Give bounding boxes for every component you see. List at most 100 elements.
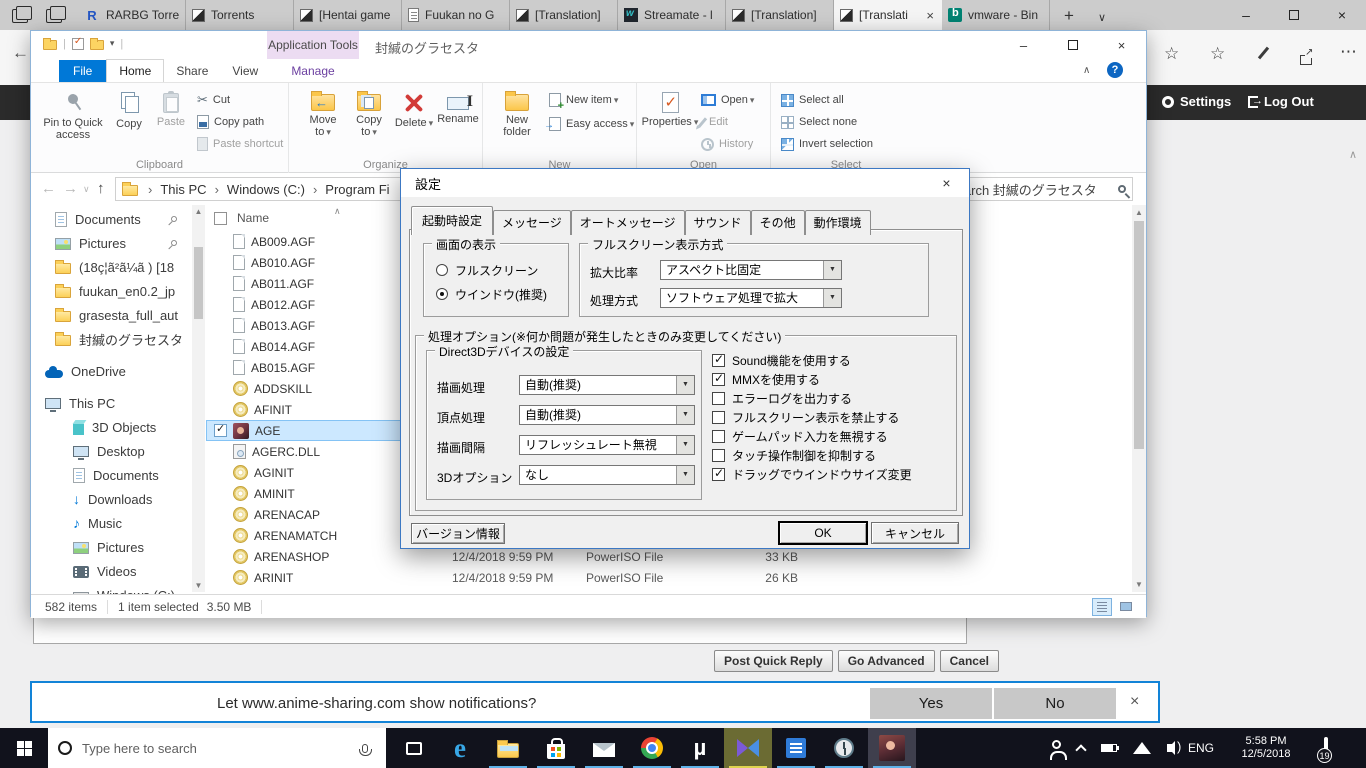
sidebar-item[interactable]: Desktop <box>31 439 191 463</box>
sidebar-item[interactable]: Pictures <box>31 535 191 559</box>
menu-tab-home[interactable]: Home <box>106 59 164 82</box>
dialog-close-icon[interactable]: × <box>924 169 969 197</box>
browser-tab[interactable]: [Translation] × <box>726 0 834 30</box>
taskbar-app-button[interactable] <box>436 728 484 768</box>
ok-button[interactable]: OK <box>779 522 867 544</box>
breadcrumb-item[interactable]: This PC <box>160 182 227 197</box>
rename-button[interactable]: Rename <box>435 88 481 125</box>
reply-button[interactable]: Post Quick Reply <box>714 650 833 672</box>
select-all-button[interactable]: Select all <box>781 91 844 109</box>
action-center-button[interactable]: 19 <box>1324 739 1328 757</box>
taskbar-clock[interactable]: 5:58 PM 12/5/2018 <box>1230 735 1302 761</box>
pin-to-quick-access-button[interactable]: Pin to Quick access <box>41 88 105 141</box>
taskbar-app-button[interactable] <box>724 728 772 768</box>
dialog-tab[interactable]: メッセージ <box>493 210 571 235</box>
help-icon[interactable]: ? <box>1107 62 1123 78</box>
checkbox-option[interactable]: エラーログを出力する <box>712 389 912 408</box>
checkbox-option[interactable]: フルスクリーン表示を禁止する <box>712 408 912 427</box>
set-tabs-aside-icon[interactable] <box>46 9 62 23</box>
tab-close-icon[interactable]: × <box>924 8 936 23</box>
threed-option-select[interactable]: なし <box>519 465 695 485</box>
file-list-scroll-thumb[interactable] <box>1134 221 1144 449</box>
checkbox-icon[interactable] <box>712 392 725 405</box>
browser-close-button[interactable]: × <box>1318 0 1366 30</box>
select-all-checkbox[interactable] <box>214 212 227 225</box>
folder-icon[interactable] <box>43 40 57 50</box>
version-info-button[interactable]: バージョン情報 <box>411 523 505 544</box>
sidebar-item[interactable]: Pictures <box>31 231 191 255</box>
copy-to-button[interactable]: Copy to <box>347 88 391 138</box>
show-hidden-icons-chevron[interactable] <box>1075 744 1086 755</box>
edit-button[interactable]: Edit <box>701 113 728 131</box>
copy-path-button[interactable]: Copy path <box>197 113 264 131</box>
taskbar-app-button[interactable] <box>772 728 820 768</box>
new-tab-button[interactable]: + <box>1050 6 1088 30</box>
battery-icon[interactable] <box>1101 744 1117 752</box>
sidebar-item[interactable]: Music <box>31 511 191 535</box>
checkbox-icon[interactable] <box>712 373 725 386</box>
radio-option[interactable]: ウインドウ(推奨) <box>436 282 547 306</box>
sidebar-item[interactable]: Windows (C:) <box>31 583 191 594</box>
taskbar-app-button[interactable] <box>484 728 532 768</box>
people-icon[interactable] <box>1052 740 1061 749</box>
quick-reply-textarea[interactable] <box>33 617 967 644</box>
new-folder-button[interactable]: New folder <box>491 88 543 138</box>
file-row[interactable]: ARINIT 12/4/2018 9:59 PM PowerISO File 2… <box>206 567 1132 588</box>
checkbox-icon[interactable] <box>712 449 725 462</box>
qat-customize-icon[interactable]: ▾ <box>110 38 115 49</box>
easy-access-button[interactable]: Easy access <box>549 115 634 133</box>
delete-button[interactable]: Delete <box>393 88 435 129</box>
checkbox-option[interactable]: ドラッグでウインドウサイズ変更 <box>712 465 912 484</box>
start-button[interactable] <box>0 728 48 768</box>
language-indicator[interactable]: ENG <box>1188 741 1214 755</box>
radio-icon[interactable] <box>436 264 448 276</box>
webpage-settings-link[interactable]: Settings <box>1162 94 1231 109</box>
move-to-button[interactable]: Move to <box>301 88 345 138</box>
sidebar-item[interactable]: Documents <box>31 463 191 487</box>
notification-no-button[interactable]: No <box>994 688 1116 719</box>
browser-tab[interactable]: Torrents × <box>186 0 294 30</box>
copy-button[interactable]: Copy <box>109 88 149 130</box>
history-button[interactable]: History <box>701 135 753 153</box>
favorites-star-icon[interactable]: ☆ <box>1164 44 1179 64</box>
file-checkbox[interactable] <box>214 424 227 437</box>
scroll-down-icon[interactable]: ▼ <box>192 581 205 590</box>
cancel-button[interactable]: キャンセル <box>871 522 959 544</box>
cut-button[interactable]: Cut <box>197 91 230 109</box>
menu-tab-manage[interactable]: Manage <box>267 60 359 82</box>
browser-minimize-button[interactable]: – <box>1222 0 1270 30</box>
radio-option[interactable]: フルスクリーン <box>436 258 547 282</box>
folder-icon[interactable] <box>90 40 104 50</box>
open-button[interactable]: Open <box>701 91 754 109</box>
tab-list-dropdown-icon[interactable]: ∨ <box>1088 11 1116 30</box>
scale-ratio-select[interactable]: アスペクト比固定 <box>660 260 842 280</box>
checkbox-option[interactable]: Sound機能を使用する <box>712 351 912 370</box>
browser-back-icon[interactable]: ← <box>12 43 29 63</box>
sidebar-item[interactable]: This PC <box>31 391 191 415</box>
page-scroll-chevron-icon[interactable]: ∧ <box>1349 148 1357 161</box>
dialog-tab[interactable]: オートメッセージ <box>571 210 685 235</box>
checkbox-icon[interactable] <box>712 430 725 443</box>
sidebar-item[interactable]: Downloads <box>31 487 191 511</box>
taskbar-app-button[interactable] <box>820 728 868 768</box>
browser-maximize-button[interactable] <box>1270 0 1318 30</box>
scroll-up-icon[interactable]: ▲ <box>1132 208 1146 217</box>
more-options-icon[interactable]: ⋯ <box>1340 42 1357 62</box>
vertex-processing-select[interactable]: 自動(推奨) <box>519 405 695 425</box>
checkbox-icon[interactable] <box>712 468 725 481</box>
sidebar-item[interactable]: 3D Objects <box>31 415 191 439</box>
microphone-icon[interactable] <box>362 744 368 753</box>
properties-check-icon[interactable] <box>72 38 84 50</box>
notification-close-icon[interactable]: × <box>1130 693 1139 711</box>
dialog-tab[interactable]: 動作環境 <box>805 210 871 235</box>
webpage-logout-link[interactable]: Log Out <box>1248 94 1314 109</box>
taskbar-app-button[interactable] <box>532 728 580 768</box>
browser-tab[interactable]: [Hentai game × <box>294 0 402 30</box>
menu-tab-file[interactable]: File <box>59 60 106 82</box>
checkbox-icon[interactable] <box>712 411 725 424</box>
breadcrumb-item[interactable]: Windows (C:) <box>227 182 325 197</box>
favorites-list-icon[interactable]: ☆ <box>1210 44 1225 64</box>
notification-yes-button[interactable]: Yes <box>870 688 992 719</box>
collapse-ribbon-icon[interactable]: ∧ <box>1083 65 1090 76</box>
reply-button[interactable]: Go Advanced <box>838 650 935 672</box>
